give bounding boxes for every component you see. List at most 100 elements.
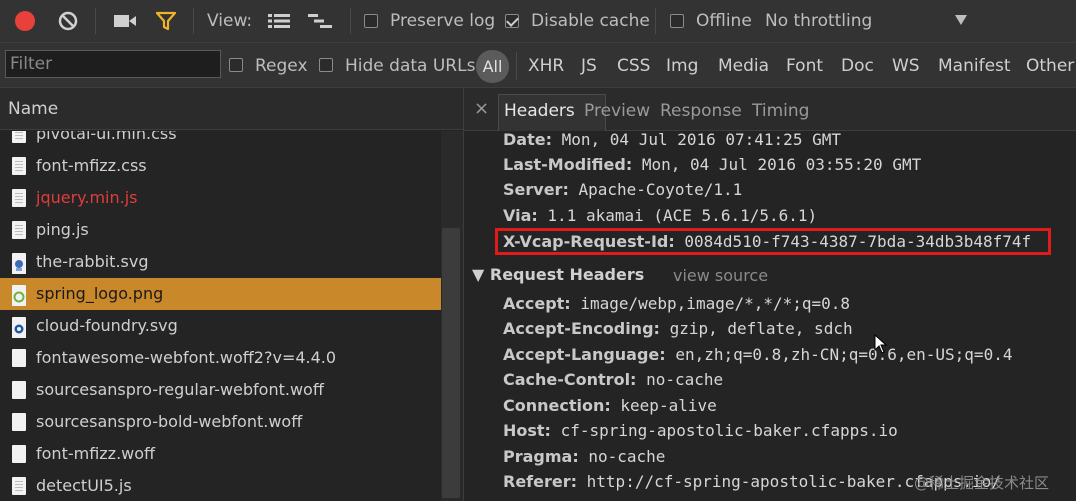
request-row[interactable]: detectUI5.js: [0, 470, 441, 501]
network-toolbar: View: Preserve log Disable cache Offline…: [0, 0, 1076, 43]
offline-label[interactable]: Offline: [696, 11, 752, 31]
request-row[interactable]: ping.js: [0, 214, 441, 246]
doc-icon: [12, 189, 26, 207]
type-filter-xhr[interactable]: XHR: [528, 56, 564, 76]
request-list-scroll-thumb[interactable]: [442, 228, 460, 498]
header-value: image/webp,image/*,*/*;q=0.8: [580, 294, 851, 313]
screenshot-button[interactable]: [113, 12, 137, 30]
type-filter-doc[interactable]: Doc: [841, 56, 874, 76]
disable-cache-checkbox[interactable]: [505, 14, 519, 28]
blank-file-icon: [12, 381, 26, 399]
tab-timing[interactable]: Timing: [752, 101, 809, 121]
throttling-dropdown-icon[interactable]: [955, 15, 967, 25]
header-key: Via:: [503, 206, 538, 225]
request-row[interactable]: sourcesanspro-bold-webfont.woff: [0, 406, 441, 438]
type-filter-font[interactable]: Font: [786, 56, 823, 76]
header-key: Cache-Control:: [503, 370, 637, 389]
request-name: cloud-foundry.svg: [36, 316, 178, 335]
blank-file-icon: [12, 349, 26, 367]
request-name: fontawesome-webfont.woff2?v=4.4.0: [36, 348, 337, 367]
header-key: Accept-Language:: [503, 345, 666, 364]
request-header-row: Cache-Control: no-cache: [503, 370, 723, 389]
request-row-selected[interactable]: spring_logo.png: [0, 278, 441, 310]
header-value: cf-spring-apostolic-baker.cfapps.io: [560, 421, 898, 440]
throttling-select[interactable]: No throttling: [765, 11, 872, 31]
type-filter-manifest[interactable]: Manifest: [938, 56, 1011, 76]
filter-toggle-button[interactable]: [155, 11, 177, 31]
name-column-header[interactable]: Name: [0, 88, 463, 130]
preserve-log-checkbox[interactable]: [364, 14, 378, 28]
request-name: detectUI5.js: [36, 476, 132, 495]
header-key: Host:: [503, 421, 551, 440]
tab-preview[interactable]: Preview: [584, 101, 650, 121]
offline-checkbox[interactable]: [670, 14, 684, 28]
type-filter-css[interactable]: CSS: [617, 56, 650, 76]
type-filter-other[interactable]: Other: [1026, 56, 1074, 76]
response-header-row: Via: 1.1 akamai (ACE 5.6.1/5.6.1): [503, 206, 817, 225]
overview-button[interactable]: [307, 12, 333, 30]
header-value: Mon, 04 Jul 2016 03:55:20 GMT: [641, 155, 922, 174]
record-icon: [15, 11, 35, 31]
type-filter-ws[interactable]: WS: [892, 56, 920, 76]
request-name: jquery.min.js: [36, 188, 138, 207]
request-header-row: Accept-Language: en,zh;q=0.8,zh-CN;q=0.6…: [503, 345, 1012, 364]
doc-icon: [12, 131, 26, 143]
spring-logo-icon: [12, 285, 26, 306]
header-value: keep-alive: [620, 396, 717, 415]
header-key: Server:: [503, 180, 569, 199]
request-name: ping.js: [36, 220, 89, 239]
header-value: Mon, 04 Jul 2016 07:41:25 GMT: [561, 131, 841, 149]
watermark-text: @稀土掘金技术社区: [914, 474, 1050, 492]
request-list: pivotal-ui.min.css font-mfizz.css jquery…: [0, 131, 441, 501]
header-value: Apache-Coyote/1.1: [578, 180, 743, 199]
annotation-highlight-box: [495, 228, 1051, 255]
response-header-row: Last-Modified: Mon, 04 Jul 2016 03:55:20…: [503, 155, 921, 174]
request-headers-section-toggle[interactable]: ▼ Request Headers: [472, 265, 644, 284]
header-key: Last-Modified:: [503, 155, 633, 174]
request-list-panel: Name pivotal-ui.min.css font-mfizz.css j…: [0, 88, 464, 501]
regex-checkbox[interactable]: [229, 58, 243, 72]
blank-file-icon: [12, 445, 26, 463]
request-row[interactable]: pivotal-ui.min.css: [0, 131, 441, 150]
type-filter-js[interactable]: JS: [581, 56, 597, 76]
funnel-icon: [155, 11, 177, 31]
request-row[interactable]: jquery.min.js: [0, 182, 441, 214]
request-row[interactable]: fontawesome-webfont.woff2?v=4.4.0: [0, 342, 441, 374]
request-name: spring_logo.png: [36, 284, 164, 303]
header-value: no-cache: [588, 447, 666, 466]
headers-content: Date: Mon, 04 Jul 2016 07:41:25 GMT Last…: [464, 131, 1076, 501]
blank-file-icon: [12, 413, 26, 431]
request-row[interactable]: font-mfizz.woff: [0, 438, 441, 470]
header-value: en,zh;q=0.8,zh-CN;q=0.6,en-US;q=0.4: [675, 345, 1013, 364]
close-icon[interactable]: ×: [474, 98, 489, 119]
type-filter-media[interactable]: Media: [718, 56, 769, 76]
hide-data-urls-checkbox[interactable]: [319, 58, 333, 72]
request-header-row: Host: cf-spring-apostolic-baker.cfapps.i…: [503, 421, 898, 440]
large-rows-button[interactable]: [267, 12, 291, 30]
disable-cache-label[interactable]: Disable cache: [531, 11, 650, 31]
request-row[interactable]: sourcesanspro-regular-webfont.woff: [0, 374, 441, 406]
clear-button[interactable]: [57, 10, 79, 32]
header-key: Referer:: [503, 472, 578, 491]
type-filter-all[interactable]: All: [476, 50, 509, 83]
filter-input[interactable]: [5, 50, 221, 78]
request-row[interactable]: cloud-foundry.svg: [0, 310, 441, 342]
tab-headers[interactable]: Headers: [504, 101, 575, 121]
response-header-row: Server: Apache-Coyote/1.1: [503, 180, 742, 199]
request-row[interactable]: the-rabbit.svg: [0, 246, 441, 278]
header-key: Date:: [503, 131, 552, 149]
waterfall-icon: [308, 14, 332, 28]
record-button[interactable]: [14, 10, 36, 32]
regex-label[interactable]: Regex: [255, 56, 308, 76]
request-row[interactable]: font-mfizz.css: [0, 150, 441, 182]
detail-tabs: × Headers Preview Response Timing: [464, 88, 1076, 131]
request-detail-panel: × Headers Preview Response Timing Date: …: [464, 88, 1076, 501]
tab-response[interactable]: Response: [660, 101, 742, 121]
preserve-log-label[interactable]: Preserve log: [390, 11, 495, 31]
view-label: View:: [207, 11, 253, 31]
request-name: font-mfizz.css: [36, 156, 147, 175]
hide-data-urls-label[interactable]: Hide data URLs: [345, 56, 475, 76]
view-source-link[interactable]: view source: [673, 266, 768, 285]
type-filter-img[interactable]: Img: [666, 56, 698, 76]
request-header-row: Accept-Encoding: gzip, deflate, sdch: [503, 319, 853, 338]
